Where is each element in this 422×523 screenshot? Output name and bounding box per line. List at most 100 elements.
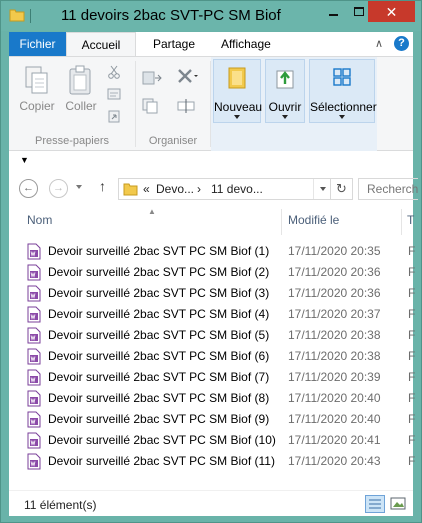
minimize-button[interactable] xyxy=(320,1,346,22)
file-modified: 17/11/2020 20:36 xyxy=(288,286,381,300)
file-modified: 17/11/2020 20:35 xyxy=(288,244,381,258)
word-document-icon xyxy=(27,453,41,470)
file-name[interactable]: Devoir surveillé 2bac SVT PC SM Biof (10… xyxy=(48,433,276,447)
chevron-down-icon xyxy=(320,187,326,191)
tab-file[interactable]: Fichier xyxy=(9,32,66,56)
search-placeholder: Rechercher xyxy=(367,182,418,196)
file-row[interactable]: Devoir surveillé 2bac SVT PC SM Biof (4)… xyxy=(27,304,415,325)
organize-group-label: Organiser xyxy=(148,135,198,147)
address-dropdown[interactable] xyxy=(313,179,331,199)
file-name[interactable]: Devoir surveillé 2bac SVT PC SM Biof (7) xyxy=(48,370,269,384)
file-row[interactable]: Devoir surveillé 2bac SVT PC SM Biof (6)… xyxy=(27,346,416,367)
move-to-icon[interactable] xyxy=(142,69,164,87)
copy-icon xyxy=(25,66,48,94)
file-name[interactable]: Devoir surveillé 2bac SVT PC SM Biof (2) xyxy=(48,265,269,279)
file-row[interactable]: Devoir surveillé 2bac SVT PC SM Biof (11… xyxy=(27,451,415,472)
close-button[interactable]: ✕ xyxy=(368,1,415,22)
copy-to-icon[interactable] xyxy=(142,97,164,115)
file-modified: 17/11/2020 20:38 xyxy=(288,328,381,342)
folder-icon xyxy=(123,183,138,196)
delete-icon[interactable] xyxy=(176,67,198,87)
file-name[interactable]: Devoir surveillé 2bac SVT PC SM Biof (8) xyxy=(48,391,269,405)
back-button[interactable]: ← xyxy=(19,179,38,198)
word-document-icon xyxy=(27,243,41,260)
cut-icon[interactable] xyxy=(107,65,121,79)
collapse-ribbon-icon[interactable]: ∧ xyxy=(375,37,383,50)
file-type: F xyxy=(408,412,416,426)
file-name[interactable]: Devoir surveillé 2bac SVT PC SM Biof (4) xyxy=(48,307,269,321)
details-view-button[interactable] xyxy=(365,495,385,513)
explorer-window: 11 devoirs 2bac SVT-PC SM Biof ✕ Fichier… xyxy=(0,0,422,523)
sort-ascending-icon: ▲ xyxy=(148,207,156,216)
help-icon[interactable]: ? xyxy=(394,36,409,51)
ribbon: Copier Coller Presse-papiers Organiser N… xyxy=(9,56,413,151)
recent-locations-icon[interactable] xyxy=(76,185,82,189)
clipboard-group-label: Presse-papiers xyxy=(35,135,109,147)
column-separator[interactable] xyxy=(281,209,282,235)
file-name[interactable]: Devoir surveillé 2bac SVT PC SM Biof (9) xyxy=(48,412,269,426)
file-row[interactable]: Devoir surveillé 2bac SVT PC SM Biof (7)… xyxy=(27,367,415,388)
large-icons-view-button[interactable] xyxy=(389,495,407,513)
copy-button[interactable]: Copier xyxy=(15,61,59,123)
open-button[interactable]: Ouvrir xyxy=(265,59,305,123)
details-view-icon xyxy=(369,499,381,509)
file-name[interactable]: Devoir surveillé 2bac SVT PC SM Biof (3) xyxy=(48,286,269,300)
select-button[interactable]: Sélectionner xyxy=(309,59,377,123)
file-row[interactable]: Devoir surveillé 2bac SVT PC SM Biof (9)… xyxy=(27,409,416,430)
folder-icon xyxy=(9,9,25,22)
forward-button[interactable]: → xyxy=(49,179,68,198)
file-row[interactable]: Devoir surveillé 2bac SVT PC SM Biof (10… xyxy=(27,430,415,451)
search-input[interactable]: Rechercher xyxy=(358,178,418,200)
refresh-button[interactable]: ↻ xyxy=(331,178,353,200)
file-type: F xyxy=(408,349,416,363)
up-button[interactable]: ↑ xyxy=(99,178,106,194)
customize-quick-access-icon[interactable]: ▼ xyxy=(20,155,29,165)
file-type: F xyxy=(408,286,416,300)
file-row[interactable]: Devoir surveillé 2bac SVT PC SM Biof (1)… xyxy=(27,241,415,262)
file-row[interactable]: Devoir surveillé 2bac SVT PC SM Biof (5)… xyxy=(27,325,416,346)
paste-shortcut-icon[interactable] xyxy=(107,109,121,123)
title-separator xyxy=(30,9,31,23)
copy-label: Copier xyxy=(19,99,55,113)
breadcrumb-item-1[interactable]: Devo... xyxy=(156,182,194,196)
select-all-icon xyxy=(333,68,351,86)
rename-icon[interactable] xyxy=(176,97,198,115)
maximize-icon xyxy=(354,7,364,16)
column-header-modified[interactable]: Modifié le xyxy=(288,213,339,235)
word-document-icon xyxy=(27,327,41,344)
file-type: F xyxy=(408,391,416,405)
file-name[interactable]: Devoir surveillé 2bac SVT PC SM Biof (5) xyxy=(48,328,269,342)
file-type: F xyxy=(408,328,416,342)
copy-path-icon[interactable] xyxy=(107,87,121,101)
file-modified: 17/11/2020 20:40 xyxy=(288,412,381,426)
file-name[interactable]: Devoir surveillé 2bac SVT PC SM Biof (6) xyxy=(48,349,269,363)
file-row[interactable]: Devoir surveillé 2bac SVT PC SM Biof (3)… xyxy=(27,283,416,304)
column-separator[interactable] xyxy=(401,209,402,235)
new-button[interactable]: Nouveau xyxy=(213,59,263,123)
column-header-type[interactable]: T xyxy=(407,213,414,235)
organize-group: Organiser xyxy=(136,57,210,151)
address-bar[interactable]: « Devo... › 11 devo... xyxy=(118,178,331,200)
chevron-down-icon xyxy=(339,115,345,119)
tab-home[interactable]: Accueil xyxy=(66,32,136,57)
ribbon-tabs: Fichier Accueil Partage Affichage ∧ ? xyxy=(9,32,413,57)
breadcrumb-overflow[interactable]: « xyxy=(143,182,150,196)
file-row[interactable]: Devoir surveillé 2bac SVT PC SM Biof (2)… xyxy=(27,262,415,283)
word-document-icon xyxy=(27,369,41,386)
status-bar: 11 élément(s) xyxy=(9,490,413,516)
tab-share[interactable]: Partage xyxy=(143,32,205,56)
breadcrumb-item-2[interactable]: 11 devo... xyxy=(211,182,263,196)
column-header-name[interactable]: Nom xyxy=(27,213,52,235)
file-row[interactable]: Devoir surveillé 2bac SVT PC SM Biof (8)… xyxy=(27,388,416,409)
file-name[interactable]: Devoir surveillé 2bac SVT PC SM Biof (11… xyxy=(48,454,275,468)
word-document-icon xyxy=(27,306,41,323)
large-icons-view-icon xyxy=(390,497,406,510)
navigation-bar: ← → ↑ « Devo... › 11 devo... ↻ Recherche… xyxy=(9,173,418,205)
file-modified: 17/11/2020 20:36 xyxy=(288,265,381,279)
title-bar[interactable]: 11 devoirs 2bac SVT-PC SM Biof ✕ xyxy=(1,1,421,31)
new-label: Nouveau xyxy=(214,100,263,114)
breadcrumb-separator[interactable]: › xyxy=(197,182,201,196)
paste-button[interactable]: Coller xyxy=(59,61,103,123)
file-name[interactable]: Devoir surveillé 2bac SVT PC SM Biof (1) xyxy=(48,244,269,258)
tab-view[interactable]: Affichage xyxy=(211,32,281,56)
